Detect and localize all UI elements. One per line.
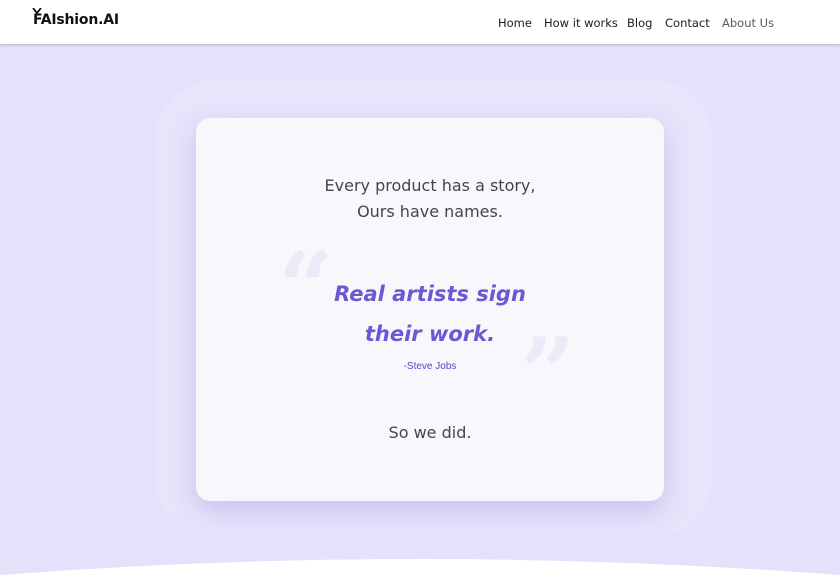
main-nav: Home How it works Blog Contact About Us — [0, 16, 840, 30]
nav-link-contact[interactable]: Contact — [665, 16, 710, 30]
quote-author: -Steve Jobs — [403, 361, 457, 372]
story-outro: So we did. — [388, 423, 472, 442]
story-intro: Every product has a story, Ours have nam… — [196, 173, 664, 225]
nav-link-how-it-works[interactable]: How it works — [544, 16, 618, 30]
top-navbar: FAIshion.AI Home How it works Blog Conta… — [0, 0, 840, 44]
intro-line-1: Every product has a story, — [324, 176, 536, 195]
nav-link-home[interactable]: Home — [498, 16, 532, 30]
quote-line-2: their work. — [364, 322, 496, 346]
bottom-wave — [0, 559, 840, 585]
quote-card: Every product has a story, Ours have nam… — [196, 118, 664, 501]
intro-line-2: Ours have names. — [357, 202, 503, 221]
nav-link-blog[interactable]: Blog — [627, 16, 652, 30]
nav-link-about-us[interactable]: About Us — [722, 16, 774, 30]
logo-mark-icon — [32, 8, 42, 15]
featured-quote: Real artists sign their work. — [196, 274, 664, 354]
quote-line-1: Real artists sign — [334, 282, 526, 306]
